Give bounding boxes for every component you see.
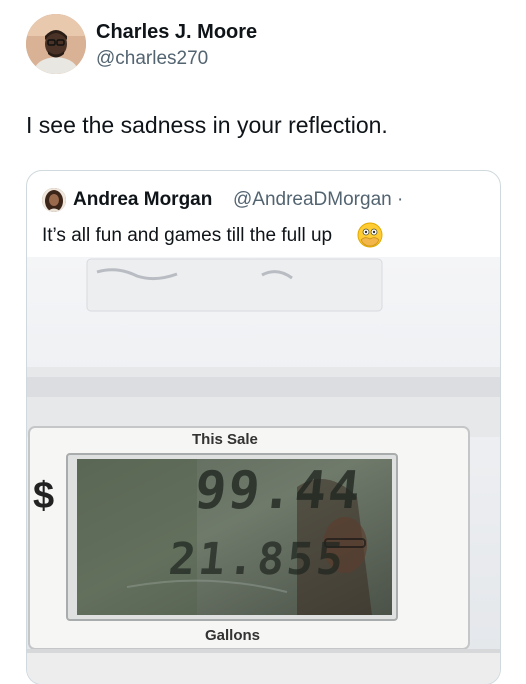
author-name[interactable]: Charles J. Moore [96, 21, 257, 44]
flushed-face-emoji-icon [357, 222, 383, 248]
gallons-label: Gallons [205, 627, 261, 644]
quoted-post-text: It’s all fun and games till the full up [42, 225, 333, 246]
gas-pump-photo[interactable]: This Sale $ 99.44 21.855 Gallons [27, 257, 500, 684]
sale-amount-display: 99.44 [191, 461, 365, 521]
person-avatar-icon [42, 188, 66, 212]
author-avatar[interactable] [26, 14, 86, 74]
quoted-author-handle[interactable]: @AndreaDMorgan · [233, 189, 403, 211]
quoted-author-name[interactable]: Andrea Morgan [73, 189, 212, 211]
currency-symbol: $ [33, 475, 55, 517]
quoted-post[interactable]: Andrea Morgan @AndreaDMorgan · It’s all … [26, 170, 501, 684]
gallons-display: 21.855 [166, 534, 349, 585]
person-avatar-icon [26, 14, 86, 74]
post: Charles J. Moore @charles270 I see the s… [0, 0, 526, 684]
author-handle[interactable]: @charles270 [96, 48, 208, 70]
post-text: I see the sadness in your reflection. [26, 112, 388, 138]
quoted-author-avatar[interactable] [42, 188, 66, 212]
this-sale-label: This Sale [192, 431, 258, 448]
